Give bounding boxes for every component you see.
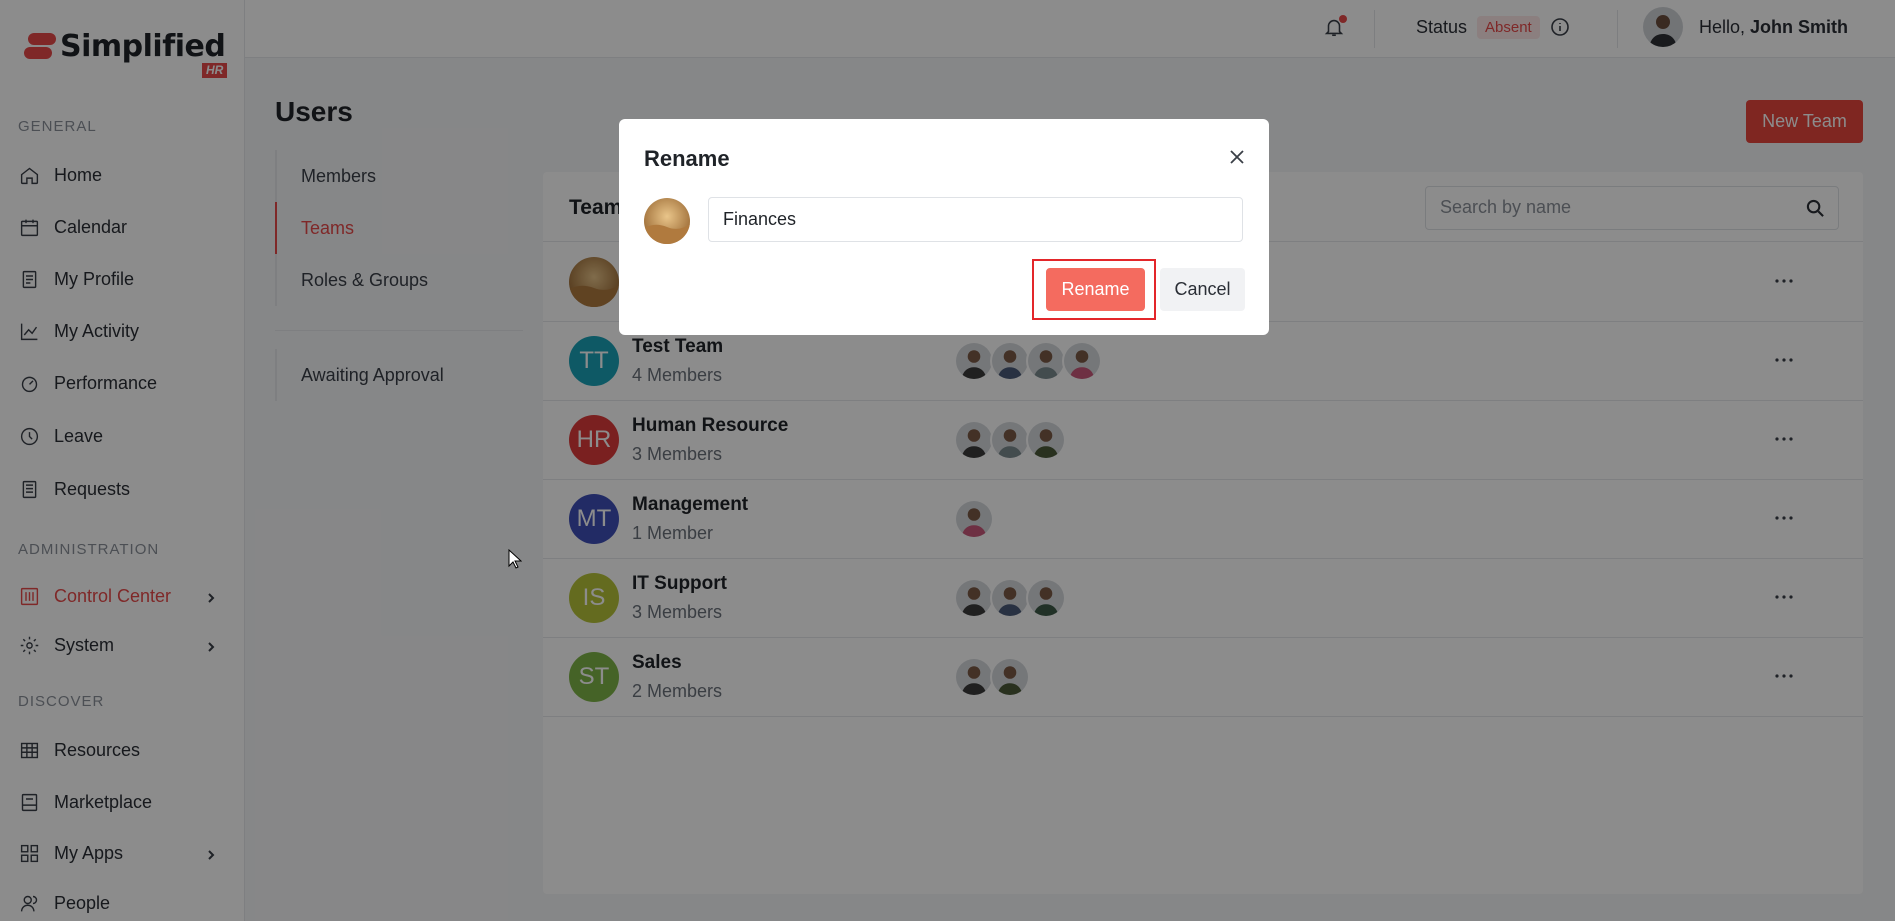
rename-button[interactable]: Rename xyxy=(1046,268,1145,311)
mouse-cursor-icon xyxy=(508,549,522,569)
team-avatar xyxy=(644,198,690,244)
cancel-button[interactable]: Cancel xyxy=(1160,268,1245,311)
team-name-input[interactable] xyxy=(708,197,1243,242)
rename-dialog: Rename Rename Cancel xyxy=(619,119,1269,335)
close-icon[interactable] xyxy=(1228,148,1248,168)
dialog-title: Rename xyxy=(644,146,730,171)
